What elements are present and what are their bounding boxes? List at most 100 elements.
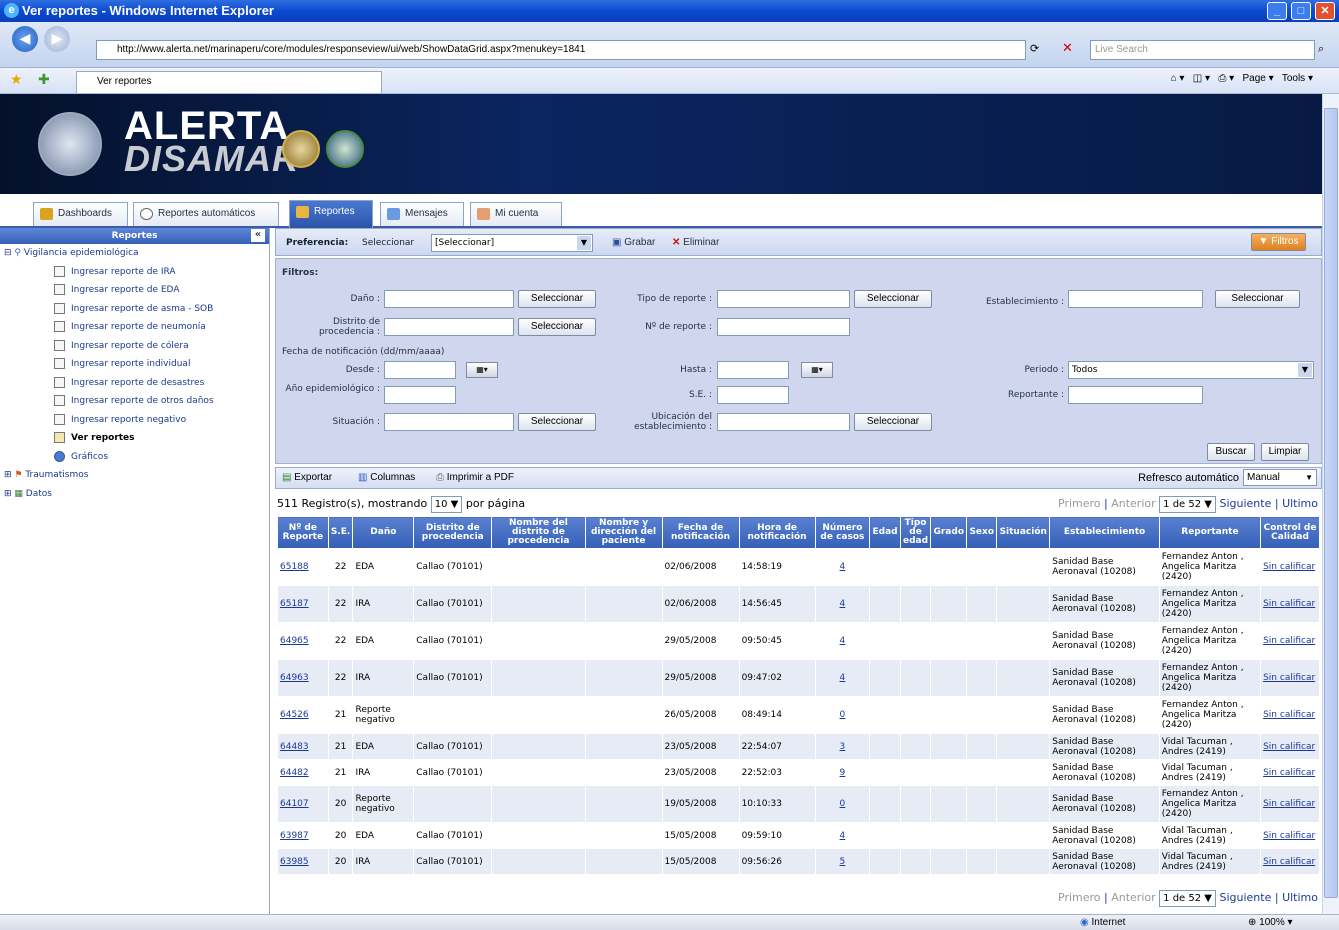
refresh-select[interactable]: Manual ▼: [1243, 469, 1317, 486]
favorites-star-icon[interactable]: ★: [10, 72, 23, 88]
columns-button[interactable]: ▥ Columnas: [358, 468, 415, 488]
report-number-link[interactable]: 64965: [277, 622, 329, 660]
page-menu[interactable]: Page: [1243, 73, 1266, 84]
next-page-link[interactable]: Siguiente: [1219, 891, 1271, 904]
first-page-link[interactable]: Primero: [1058, 891, 1101, 904]
print-icon[interactable]: ⎙ ▾: [1218, 73, 1234, 84]
desde-calendar-button[interactable]: ▦▾: [466, 362, 498, 378]
column-header[interactable]: Nombre del distrito de procedencia: [491, 516, 586, 549]
sidebar-item-asma[interactable]: Ingresar reporte de asma - SOB: [0, 300, 269, 319]
sidebar-item-graficos[interactable]: Gráficos: [0, 448, 269, 467]
hasta-input[interactable]: [717, 361, 789, 379]
tree-root-datos[interactable]: ⊞ ▦ Datos: [0, 485, 269, 504]
column-header[interactable]: S.E.: [327, 516, 354, 549]
tipo-reporte-select-button[interactable]: Seleccionar: [854, 290, 932, 308]
search-input[interactable]: Live Search: [1090, 40, 1315, 60]
cases-link[interactable]: 3: [814, 733, 871, 760]
sidebar-item-eda[interactable]: Ingresar reporte de EDA: [0, 281, 269, 300]
ubicacion-input[interactable]: [717, 413, 850, 431]
periodo-select[interactable]: Todos ▼: [1068, 361, 1314, 379]
tab-mi-cuenta[interactable]: Mi cuenta: [470, 202, 562, 226]
clear-button[interactable]: Limpiar: [1261, 443, 1309, 461]
column-header[interactable]: Nº de Reporte: [277, 516, 329, 549]
column-header[interactable]: Reportante: [1158, 516, 1262, 549]
ubicacion-select-button[interactable]: Seleccionar: [854, 413, 932, 431]
quality-control-link[interactable]: Sin calificar: [1260, 659, 1320, 697]
se-input[interactable]: [717, 386, 789, 404]
column-header[interactable]: Número de casos: [814, 516, 871, 549]
sidebar-item-negativo[interactable]: Ingresar reporte negativo: [0, 411, 269, 430]
desde-input[interactable]: [384, 361, 456, 379]
numero-reporte-input[interactable]: [717, 318, 850, 336]
cases-link[interactable]: 4: [814, 548, 871, 586]
tab-reportes-automaticos[interactable]: Reportes automáticos: [133, 202, 279, 226]
cases-link[interactable]: 0: [814, 785, 871, 823]
distrito-input[interactable]: [384, 318, 514, 336]
tools-menu[interactable]: Tools: [1282, 73, 1305, 84]
collapse-sidebar-button[interactable]: «: [251, 229, 265, 242]
last-page-link[interactable]: Ultimo: [1282, 497, 1318, 510]
maximize-button[interactable]: □: [1291, 2, 1311, 20]
column-header[interactable]: Situación: [996, 516, 1051, 549]
prev-page-link[interactable]: Anterior: [1111, 497, 1155, 510]
cases-link[interactable]: 5: [814, 848, 871, 875]
column-header[interactable]: Control de Calidad: [1260, 516, 1320, 549]
tipo-reporte-input[interactable]: [717, 290, 850, 308]
scrollbar-thumb[interactable]: [1324, 108, 1338, 898]
column-header[interactable]: Fecha de notificación: [661, 516, 740, 549]
tree-root-traumatismos[interactable]: ⊞ ⚑ Traumatismos: [0, 466, 269, 485]
sidebar-item-individual[interactable]: Ingresar reporte individual: [0, 355, 269, 374]
save-button[interactable]: ▣ Grabar: [612, 229, 655, 257]
filters-button[interactable]: ▼ Filtros: [1251, 233, 1306, 251]
column-header[interactable]: Edad: [869, 516, 901, 549]
first-page-link[interactable]: Primero: [1058, 497, 1101, 510]
zoom-control[interactable]: ⊕ 100% ▾: [1248, 915, 1293, 930]
sidebar-item-neumonia[interactable]: Ingresar reporte de neumonía: [0, 318, 269, 337]
refresh-icon[interactable]: ⟳: [1030, 42, 1039, 55]
report-number-link[interactable]: 64963: [277, 659, 329, 697]
quality-control-link[interactable]: Sin calificar: [1260, 585, 1320, 623]
tab-reportes[interactable]: Reportes: [289, 200, 373, 228]
report-number-link[interactable]: 64526: [277, 696, 329, 734]
report-number-link[interactable]: 65187: [277, 585, 329, 623]
sidebar-item-otros-danos[interactable]: Ingresar reporte de otros daños: [0, 392, 269, 411]
quality-control-link[interactable]: Sin calificar: [1260, 759, 1320, 786]
cases-link[interactable]: 9: [814, 759, 871, 786]
column-header[interactable]: Grado: [930, 516, 968, 549]
quality-control-link[interactable]: Sin calificar: [1260, 822, 1320, 849]
establecimiento-select-button[interactable]: Seleccionar: [1215, 290, 1300, 308]
quality-control-link[interactable]: Sin calificar: [1260, 733, 1320, 760]
stop-icon[interactable]: ✕: [1062, 41, 1073, 56]
quality-control-link[interactable]: Sin calificar: [1260, 696, 1320, 734]
quality-control-link[interactable]: Sin calificar: [1260, 622, 1320, 660]
home-icon[interactable]: ⌂ ▾: [1171, 73, 1185, 84]
situacion-select-button[interactable]: Seleccionar: [518, 413, 596, 431]
close-button[interactable]: ✕: [1315, 2, 1335, 20]
column-header[interactable]: Sexo: [966, 516, 998, 549]
page-select[interactable]: 1 de 52 ▼: [1159, 495, 1216, 513]
column-header[interactable]: Nombre y dirección del paciente: [584, 516, 663, 549]
column-header[interactable]: Daño: [352, 516, 415, 549]
report-number-link[interactable]: 64107: [277, 785, 329, 823]
situacion-input[interactable]: [384, 413, 514, 431]
dano-select-button[interactable]: Seleccionar: [518, 290, 596, 308]
report-number-link[interactable]: 64482: [277, 759, 329, 786]
report-number-link[interactable]: 63985: [277, 848, 329, 875]
report-number-link[interactable]: 64483: [277, 733, 329, 760]
column-header[interactable]: Distrito de procedencia: [413, 516, 493, 549]
sidebar-item-colera[interactable]: Ingresar reporte de cólera: [0, 337, 269, 356]
reportante-input[interactable]: [1068, 386, 1203, 404]
column-header[interactable]: Hora de notificación: [738, 516, 816, 549]
cases-link[interactable]: 4: [814, 659, 871, 697]
cases-link[interactable]: 4: [814, 822, 871, 849]
sidebar-item-ver-reportes[interactable]: Ver reportes: [0, 429, 269, 448]
report-number-link[interactable]: 63987: [277, 822, 329, 849]
minimize-button[interactable]: _: [1267, 2, 1287, 20]
print-pdf-button[interactable]: ⎙ Imprimir a PDF: [436, 468, 514, 488]
cases-link[interactable]: 4: [814, 585, 871, 623]
page-select[interactable]: 1 de 52 ▼: [1159, 889, 1216, 907]
quality-control-link[interactable]: Sin calificar: [1260, 848, 1320, 875]
prev-page-link[interactable]: Anterior: [1111, 891, 1155, 904]
cases-link[interactable]: 4: [814, 622, 871, 660]
tab-mensajes[interactable]: Mensajes: [380, 202, 464, 226]
